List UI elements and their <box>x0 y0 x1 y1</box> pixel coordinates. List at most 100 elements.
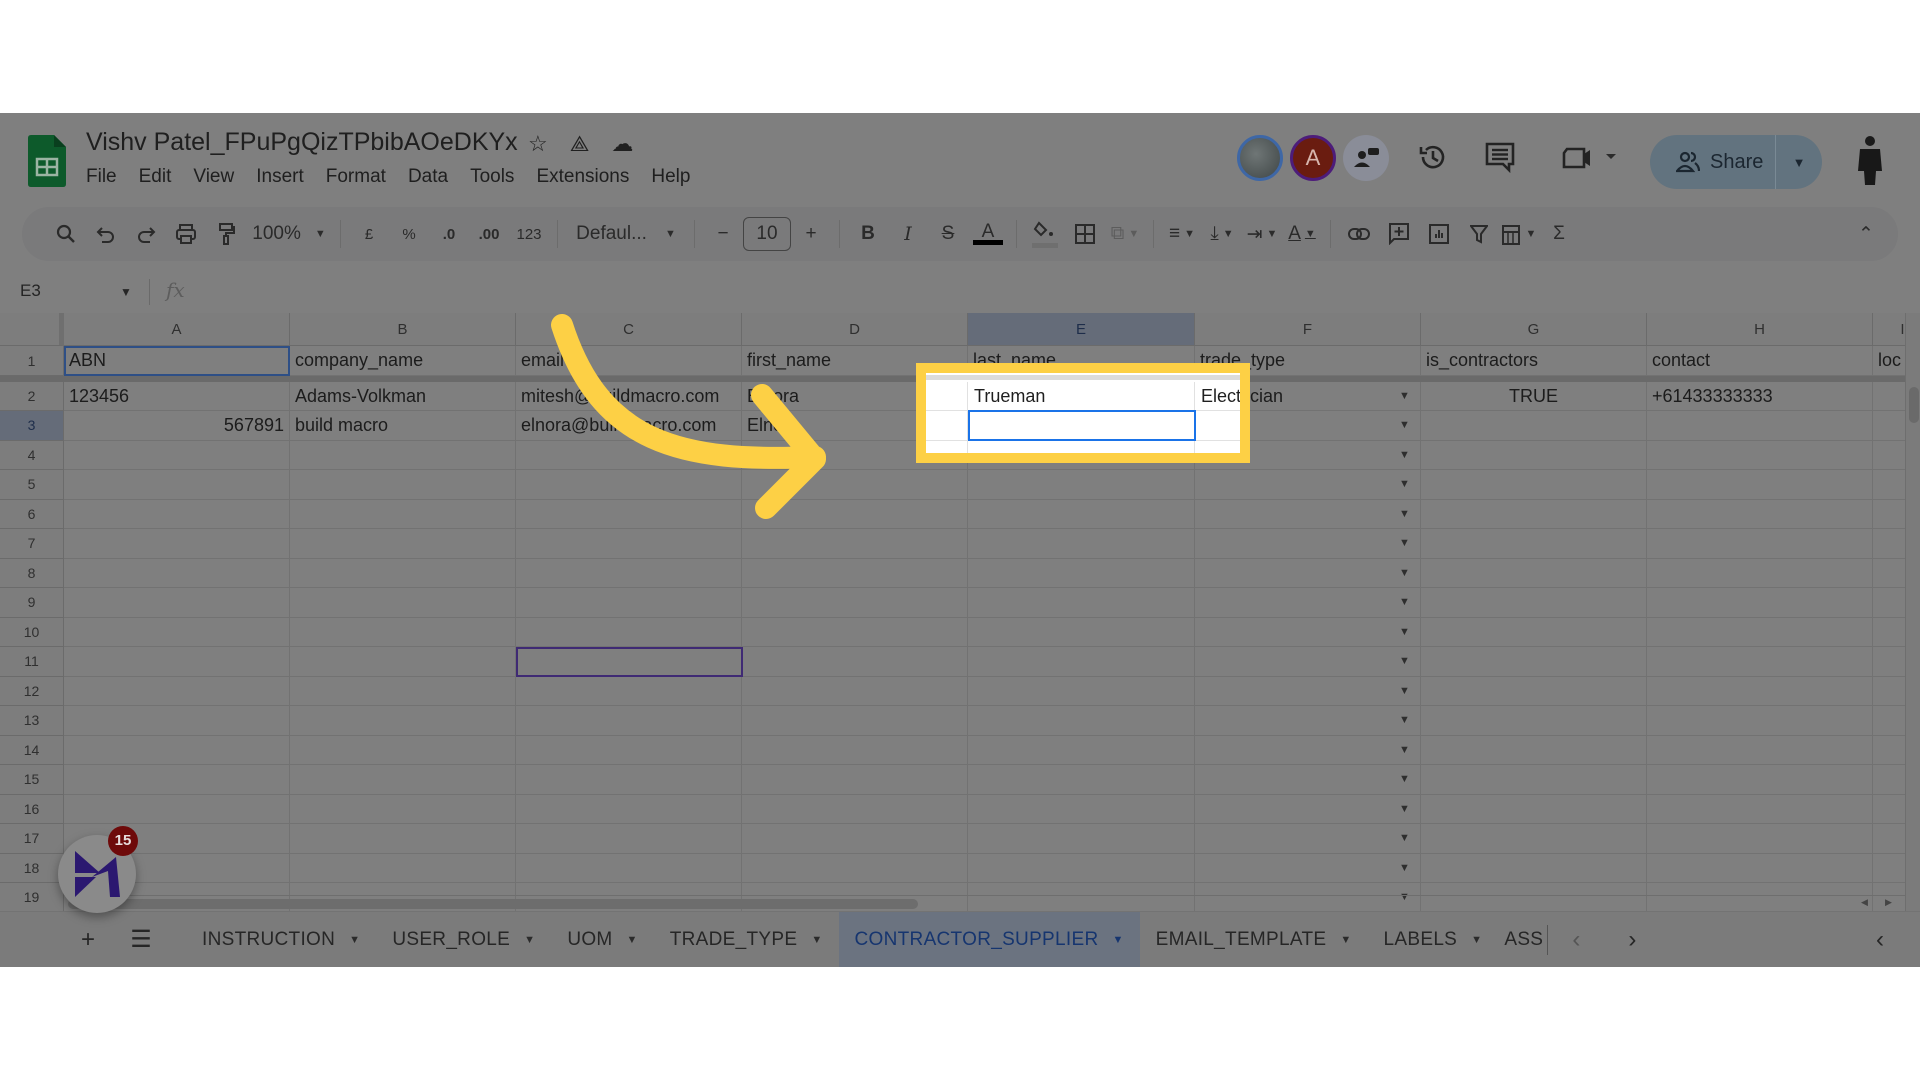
menu-insert[interactable]: Insert <box>256 166 304 188</box>
cell-a8[interactable] <box>64 558 290 588</box>
cell-c6[interactable] <box>516 499 742 529</box>
highlighted-cell-e2[interactable]: Trueman <box>968 382 1195 411</box>
vertical-align-icon[interactable]: ⤓ ▼ <box>1202 218 1242 250</box>
row-header-9[interactable]: 9 <box>0 588 64 618</box>
cell-h18[interactable] <box>1647 853 1873 883</box>
cell-g6[interactable] <box>1421 499 1647 529</box>
all-sheets-menu-icon[interactable]: ☰ <box>116 912 166 968</box>
cell-f10[interactable] <box>1195 617 1421 647</box>
cell-f9[interactable] <box>1195 588 1421 618</box>
cell-a13[interactable] <box>64 706 290 736</box>
cell-c2[interactable]: mitesh@buildmacro.com <box>516 382 742 411</box>
user-profile-avatar[interactable] <box>1852 133 1888 185</box>
cell-h11[interactable] <box>1647 647 1873 677</box>
cell-d9[interactable] <box>742 588 968 618</box>
collaborator-avatar-photo[interactable] <box>1237 135 1283 181</box>
cell-b17[interactable] <box>290 824 516 854</box>
text-wrapping-icon[interactable]: ⇥ ▼ <box>1242 218 1282 250</box>
cell-b9[interactable] <box>290 588 516 618</box>
row-header-5[interactable]: 5 <box>0 470 64 500</box>
cell-b11[interactable] <box>290 647 516 677</box>
cell-d13[interactable] <box>742 706 968 736</box>
increase-decimal-button[interactable]: .00 <box>469 218 509 250</box>
cell-a9[interactable] <box>64 588 290 618</box>
cell-h13[interactable] <box>1647 706 1873 736</box>
merge-cells-icon[interactable]: ⧉ ▼ <box>1105 218 1145 250</box>
menu-extensions[interactable]: Extensions <box>536 166 629 188</box>
menu-format[interactable]: Format <box>326 166 386 188</box>
sheet-tab-email-template[interactable]: EMAIL_TEMPLATE ▼ <box>1140 912 1368 968</box>
cell-d6[interactable] <box>742 499 968 529</box>
cell-e10[interactable] <box>968 617 1195 647</box>
paint-format-icon[interactable] <box>206 218 246 250</box>
row-header-10[interactable]: 10 <box>0 617 64 647</box>
dropdown-chip-icon[interactable]: ▼ <box>1399 449 1410 461</box>
cell-e14[interactable] <box>968 735 1195 765</box>
cell-e5[interactable] <box>968 470 1195 500</box>
chevron-down-icon[interactable]: ▼ <box>1112 934 1123 946</box>
cell-g4[interactable] <box>1421 440 1647 470</box>
row-header-4[interactable]: 4 <box>0 440 64 470</box>
format-percent-button[interactable]: % <box>389 218 429 250</box>
cell-f7[interactable] <box>1195 529 1421 559</box>
cell-b12[interactable] <box>290 676 516 706</box>
meet-video-icon[interactable] <box>1562 141 1618 180</box>
cloud-saved-icon[interactable]: ☁ <box>611 131 633 157</box>
cell-b1[interactable]: company_name <box>290 346 516 376</box>
column-header-g[interactable]: G <box>1421 313 1647 346</box>
cell-c16[interactable] <box>516 794 742 824</box>
dropdown-chip-icon[interactable]: ▼ <box>1399 655 1410 667</box>
menu-help[interactable]: Help <box>651 166 690 188</box>
highlighted-cell-d4[interactable] <box>926 440 968 453</box>
cell-d10[interactable] <box>742 617 968 647</box>
menu-edit[interactable]: Edit <box>139 166 172 188</box>
name-box-dropdown-icon[interactable]: ▼ <box>120 285 132 299</box>
cell-g8[interactable] <box>1421 558 1647 588</box>
cell-d17[interactable] <box>742 824 968 854</box>
horizontal-scroll-thumb[interactable] <box>68 899 918 909</box>
cell-f5[interactable] <box>1195 470 1421 500</box>
cell-g1[interactable]: is_contractors <box>1421 346 1647 376</box>
cell-a12[interactable] <box>64 676 290 706</box>
cell-b14[interactable] <box>290 735 516 765</box>
cell-a6[interactable] <box>64 499 290 529</box>
fill-color-icon[interactable] <box>1025 218 1065 250</box>
cell-h6[interactable] <box>1647 499 1873 529</box>
text-rotation-icon[interactable]: A ▼ <box>1282 218 1322 250</box>
cell-h9[interactable] <box>1647 588 1873 618</box>
cell-e7[interactable] <box>968 529 1195 559</box>
sheet-tab-uom[interactable]: UOM ▼ <box>551 912 653 968</box>
chevron-down-icon[interactable]: ▼ <box>1471 934 1482 946</box>
select-all-corner[interactable] <box>0 313 64 346</box>
cell-b18[interactable] <box>290 853 516 883</box>
cell-f12[interactable] <box>1195 676 1421 706</box>
cell-a5[interactable] <box>64 470 290 500</box>
undo-icon[interactable] <box>86 218 126 250</box>
cell-a2[interactable]: 123456 <box>64 382 290 411</box>
cell-g13[interactable] <box>1421 706 1647 736</box>
cell-c13[interactable] <box>516 706 742 736</box>
dropdown-chip-icon[interactable]: ▼ <box>1399 744 1410 756</box>
cell-h15[interactable] <box>1647 765 1873 795</box>
dropdown-chip-icon[interactable]: ▼ <box>1399 773 1410 785</box>
cell-g14[interactable] <box>1421 735 1647 765</box>
cell-a11[interactable] <box>64 647 290 677</box>
cell-g5[interactable] <box>1421 470 1647 500</box>
row-header-16[interactable]: 16 <box>0 794 64 824</box>
cell-d16[interactable] <box>742 794 968 824</box>
scroll-right-icon[interactable]: ▶ <box>1885 897 1892 908</box>
highlighted-cell-f3[interactable] <box>1195 411 1240 441</box>
sheet-tab-contractor-supplier[interactable]: CONTRACTOR_SUPPLIER ▼ <box>838 911 1140 967</box>
row-header-15[interactable]: 15 <box>0 765 64 795</box>
cell-b16[interactable] <box>290 794 516 824</box>
cell-e8[interactable] <box>968 558 1195 588</box>
print-icon[interactable] <box>166 218 206 250</box>
sheets-logo[interactable] <box>28 135 66 187</box>
highlighted-cell-e4[interactable] <box>968 440 1195 453</box>
scroll-tabs-left-icon[interactable]: ‹ <box>1548 912 1604 968</box>
cell-h1[interactable]: contact <box>1647 346 1873 376</box>
cell-e12[interactable] <box>968 676 1195 706</box>
cell-c10[interactable] <box>516 617 742 647</box>
cell-e16[interactable] <box>968 794 1195 824</box>
column-header-b[interactable]: B <box>290 313 516 346</box>
